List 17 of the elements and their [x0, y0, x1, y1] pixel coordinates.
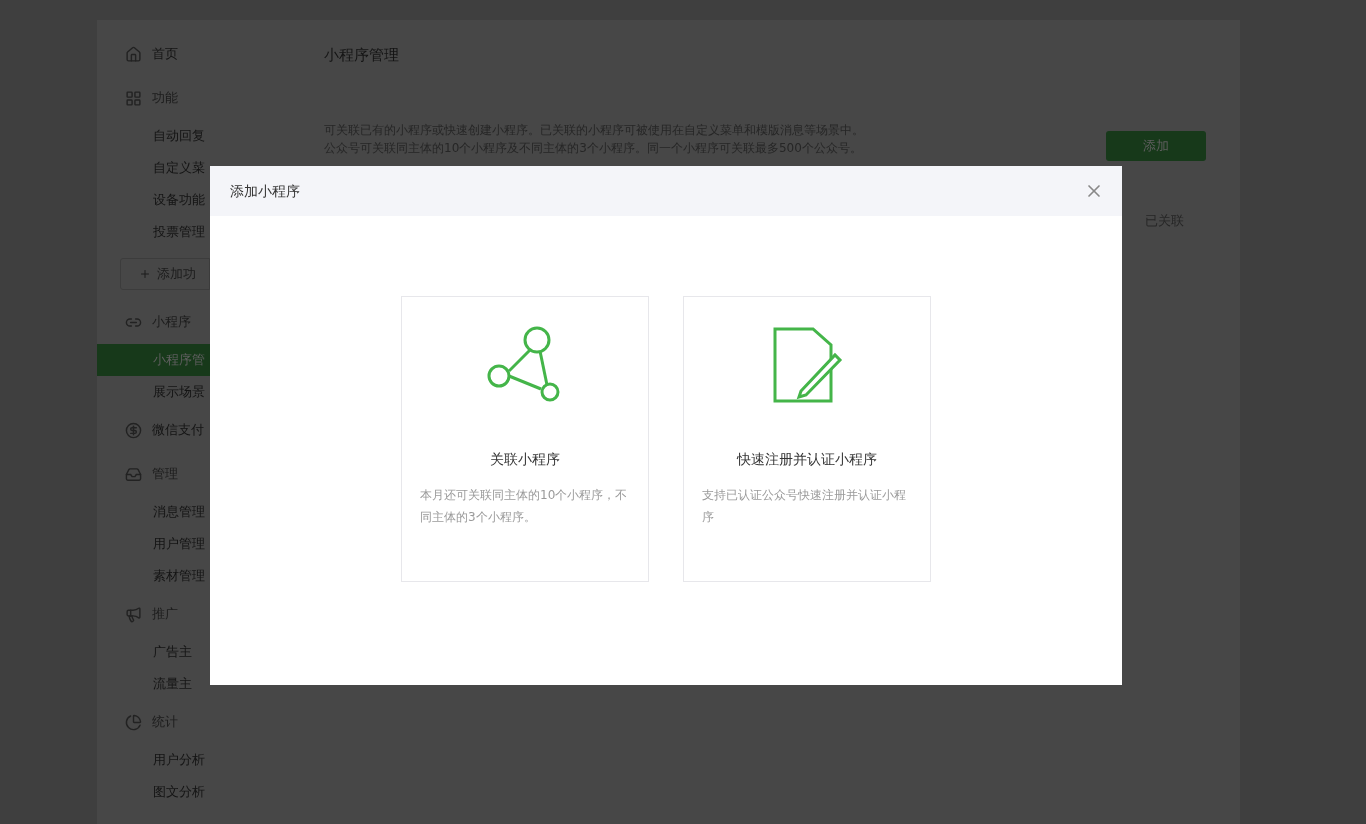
dialog-title: 添加小程序: [230, 181, 300, 201]
grid-icon: [125, 89, 142, 107]
document-pen-icon: [771, 325, 843, 405]
megaphone-icon: [125, 605, 142, 623]
option-card[interactable]: 快速注册并认证小程序 支持已认证公众号快速注册并认证小程序: [683, 296, 931, 582]
option-card[interactable]: 关联小程序 本月还可关联同主体的10个小程序，不同主体的3个小程序。: [401, 296, 649, 582]
option-description: 支持已认证公众号快速注册并认证小程序: [701, 487, 907, 526]
add-button[interactable]: 添加: [1106, 130, 1206, 161]
plus-icon: [139, 268, 151, 280]
option-description: 本月还可关联同主体的10个小程序，不同主体的3个小程序。: [419, 487, 629, 526]
inbox-icon: [125, 465, 142, 483]
option-title: 快速注册并认证小程序: [737, 450, 877, 469]
coin-icon: [125, 421, 142, 439]
sidebar-item[interactable]: 小程序管: [97, 344, 210, 376]
pie-chart-icon: [125, 713, 142, 731]
home-icon: [125, 45, 142, 63]
option-title: 关联小程序: [490, 450, 560, 469]
